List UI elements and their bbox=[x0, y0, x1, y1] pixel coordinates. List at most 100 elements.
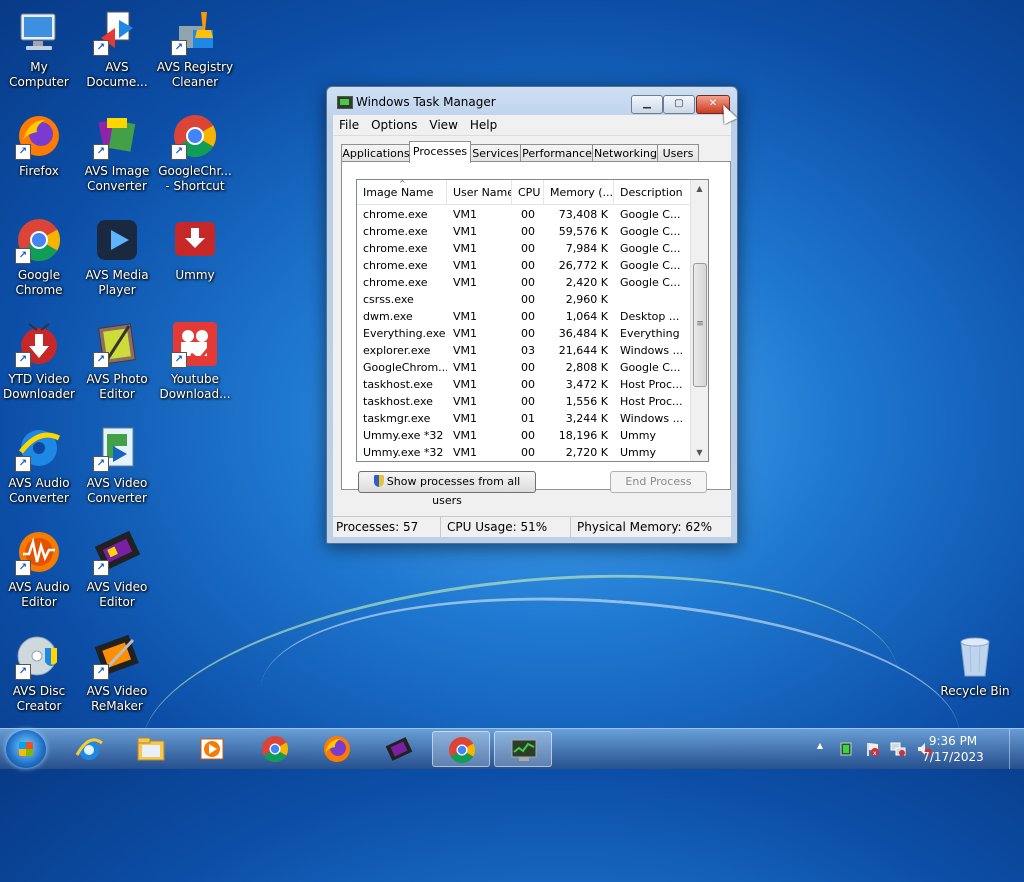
column-header-cpu[interactable]: CPU bbox=[512, 180, 544, 204]
show-hidden-icons-button[interactable]: ▲ bbox=[812, 741, 828, 757]
taskbar-media-player[interactable] bbox=[184, 731, 242, 767]
desktop-icon-ytd-video-downloader[interactable]: ↗ YTD Video Downloader bbox=[0, 320, 78, 402]
table-row[interactable]: chrome.exe VM1 00 2,420 K Google C... bbox=[357, 274, 691, 291]
table-row[interactable]: chrome.exe VM1 00 7,984 K Google C... bbox=[357, 240, 691, 257]
cell-memory: 7,984 K bbox=[565, 242, 608, 255]
table-row[interactable]: csrss.exe 00 2,960 K bbox=[357, 291, 691, 308]
table-row[interactable]: taskmgr.exe VM1 01 3,244 K Windows ... bbox=[357, 410, 691, 427]
youtube-downloader-icon: ↗ bbox=[171, 320, 219, 368]
status-physical-memory: Physical Memory: 62% bbox=[577, 520, 713, 534]
desktop-icon-avs-image-converter[interactable]: ↗ AVS Image Converter bbox=[78, 112, 156, 194]
desktop-icon-my-computer[interactable]: My Computer bbox=[0, 8, 78, 90]
menu-file[interactable]: File bbox=[333, 115, 365, 135]
desktop-icon-label: AVS Registry Cleaner bbox=[156, 60, 234, 89]
desktop-icon-avs-video-editor[interactable]: ↗ AVS Video Editor bbox=[78, 528, 156, 610]
cell-memory: 36,484 K bbox=[558, 327, 608, 340]
table-row[interactable]: GoogleChrom... VM1 00 2,808 K Google C... bbox=[357, 359, 691, 376]
table-row[interactable]: explorer.exe VM1 03 21,644 K Windows ... bbox=[357, 342, 691, 359]
end-process-button[interactable]: End Process bbox=[610, 471, 707, 493]
show-all-processes-label: Show processes from all users bbox=[386, 475, 521, 507]
tab-applications[interactable]: Applications bbox=[341, 144, 411, 162]
scroll-down-arrow-icon[interactable]: ▼ bbox=[691, 444, 708, 461]
taskbar-internet-explorer[interactable] bbox=[60, 731, 118, 767]
cell-memory: 3,244 K bbox=[565, 412, 608, 425]
desktop-icon-avs-registry-cleaner[interactable]: ↗ AVS Registry Cleaner bbox=[156, 8, 234, 90]
column-header-description[interactable]: Description bbox=[614, 180, 691, 204]
minimize-button[interactable]: ▁ bbox=[631, 95, 663, 114]
process-list[interactable]: ^ Image Name User Name CPU Memory (... D… bbox=[356, 179, 709, 462]
table-row[interactable]: taskhost.exe VM1 00 1,556 K Host Proc... bbox=[357, 393, 691, 410]
table-row[interactable]: Everything.exe VM1 00 36,484 K Everything bbox=[357, 325, 691, 342]
avs-photo-editor-icon: ↗ bbox=[93, 320, 141, 368]
cell-memory: 18,196 K bbox=[558, 429, 608, 442]
desktop-icon-firefox[interactable]: ↗ Firefox bbox=[0, 112, 78, 179]
desktop-icon-label: AVS Image Converter bbox=[84, 164, 150, 193]
start-button[interactable] bbox=[6, 730, 46, 768]
table-row[interactable]: Ummy.exe *32 VM1 00 18,196 K Ummy bbox=[357, 427, 691, 444]
scroll-up-arrow-icon[interactable]: ▲ bbox=[691, 180, 708, 197]
taskbar-chrome[interactable] bbox=[246, 731, 304, 767]
table-row[interactable]: chrome.exe VM1 00 59,576 K Google C... bbox=[357, 223, 691, 240]
activity-indicator-icon[interactable] bbox=[838, 741, 854, 757]
sort-ascending-icon: ^ bbox=[399, 180, 406, 188]
tab-networking[interactable]: Networking bbox=[592, 144, 659, 162]
clock[interactable]: 9:36 PM 7/17/2023 bbox=[920, 733, 986, 765]
cell-description: Ummy bbox=[620, 429, 656, 442]
desktop-icon-google-chrome[interactable]: ↗ Google Chrome bbox=[0, 216, 78, 298]
tab-performance[interactable]: Performance bbox=[520, 144, 594, 162]
table-row[interactable]: dwm.exe VM1 00 1,064 K Desktop ... bbox=[357, 308, 691, 325]
tab-processes[interactable]: Processes bbox=[409, 141, 471, 163]
taskbar-avs-video-editor[interactable] bbox=[370, 731, 428, 767]
show-desktop-button[interactable] bbox=[1009, 729, 1024, 769]
table-row[interactable]: Ummy.exe *32 VM1 00 2,720 K Ummy bbox=[357, 444, 691, 461]
scrollbar-thumb[interactable]: ≡ bbox=[693, 263, 707, 387]
desktop-icon-avs-audio-converter[interactable]: ↗ AVS Audio Converter bbox=[0, 424, 78, 506]
desktop-icon-avs-media-player[interactable]: AVS Media Player bbox=[78, 216, 156, 298]
desktop-icon-googlechrome-shortcut[interactable]: ↗ GoogleChr... - Shortcut bbox=[156, 112, 234, 194]
desktop-icon-avs-disc-creator[interactable]: ↗ AVS Disc Creator bbox=[0, 632, 78, 714]
network-icon[interactable] bbox=[890, 741, 906, 757]
action-center-flag-icon[interactable]: x bbox=[864, 741, 880, 757]
menu-view[interactable]: View bbox=[423, 115, 463, 135]
desktop-icon-avs-photo-editor[interactable]: ↗ AVS Photo Editor bbox=[78, 320, 156, 402]
column-header-user-name[interactable]: User Name bbox=[447, 180, 512, 204]
table-row[interactable]: taskhost.exe VM1 00 3,472 K Host Proc... bbox=[357, 376, 691, 393]
menu-help[interactable]: Help bbox=[464, 115, 503, 135]
tab-services[interactable]: Services bbox=[469, 144, 522, 162]
desktop-icon-avs-video-converter[interactable]: ↗ AVS Video Converter bbox=[78, 424, 156, 506]
cell-description: Host Proc... bbox=[620, 378, 683, 391]
desktop-icon-recycle-bin[interactable]: Recycle Bin bbox=[936, 632, 1014, 699]
taskbar-task-manager[interactable] bbox=[494, 731, 552, 767]
status-processes: Processes: 57 bbox=[333, 517, 441, 537]
cell-user-name: VM1 bbox=[453, 276, 478, 289]
title-bar[interactable]: Windows Task Manager ▁ ▢ ✕ bbox=[327, 87, 737, 115]
desktop-icon-label: AVS Video Editor bbox=[86, 580, 148, 609]
maximize-button[interactable]: ▢ bbox=[663, 95, 695, 114]
desktop-icon-avs-document-converter[interactable]: ↗ AVS Docume... bbox=[78, 8, 156, 90]
table-row[interactable]: chrome.exe VM1 00 26,772 K Google C... bbox=[357, 257, 691, 274]
shortcut-arrow-icon: ↗ bbox=[93, 560, 109, 576]
column-header-image-name[interactable]: ^ Image Name bbox=[357, 180, 447, 204]
desktop-icon-youtube-downloader[interactable]: ↗ Youtube Download... bbox=[156, 320, 234, 402]
wallpaper-swoosh bbox=[128, 540, 912, 882]
menu-options[interactable]: Options bbox=[365, 115, 423, 135]
desktop-icon-label: Firefox bbox=[19, 164, 59, 178]
taskbar-chrome-active[interactable] bbox=[432, 731, 490, 767]
table-row[interactable]: chrome.exe VM1 00 73,408 K Google C... bbox=[357, 206, 691, 223]
desktop-icon-avs-audio-editor[interactable]: ↗ AVS Audio Editor bbox=[0, 528, 78, 610]
wallpaper-swoosh bbox=[253, 575, 967, 848]
desktop-icon-label: AVS Video ReMaker bbox=[86, 684, 148, 713]
cell-memory: 3,472 K bbox=[565, 378, 608, 391]
tab-users[interactable]: Users bbox=[657, 144, 699, 162]
cell-cpu: 00 bbox=[521, 395, 535, 408]
taskbar-file-explorer[interactable] bbox=[122, 731, 180, 767]
vertical-scrollbar[interactable]: ▲ ≡ ▼ bbox=[690, 180, 708, 461]
column-header-memory[interactable]: Memory (... bbox=[544, 180, 614, 204]
desktop-icon-avs-video-remaker[interactable]: ↗ AVS Video ReMaker bbox=[78, 632, 156, 714]
avs-audio-editor-icon: ↗ bbox=[15, 528, 63, 576]
cell-user-name: VM1 bbox=[453, 208, 478, 221]
cell-description: Windows ... bbox=[620, 412, 684, 425]
taskbar-firefox[interactable] bbox=[308, 731, 366, 767]
show-all-processes-button[interactable]: Show processes from all users bbox=[358, 471, 536, 507]
desktop-icon-ummy[interactable]: Ummy bbox=[156, 216, 234, 283]
